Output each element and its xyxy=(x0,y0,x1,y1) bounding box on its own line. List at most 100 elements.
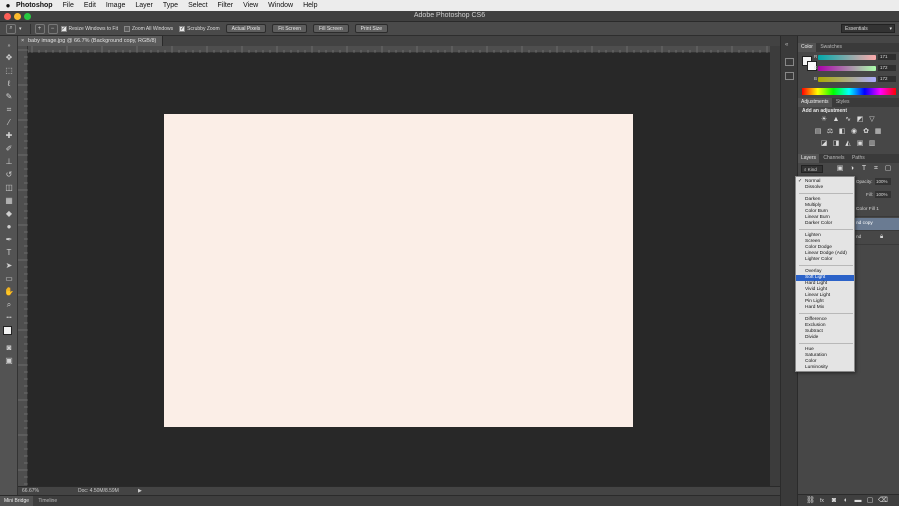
quick-selection-tool-icon[interactable]: ✎ xyxy=(3,91,15,102)
blue-value[interactable]: 172 xyxy=(878,76,896,82)
filter-type-icon[interactable]: T xyxy=(860,165,868,173)
threshold-icon[interactable]: ◭ xyxy=(844,140,852,148)
filter-shape-icon[interactable]: ⌗ xyxy=(872,165,880,173)
lasso-tool-icon[interactable]: ℓ xyxy=(3,78,15,89)
vertical-ruler[interactable] xyxy=(18,46,28,486)
selective-color-icon[interactable]: ▣ xyxy=(856,140,864,148)
brightness-icon[interactable]: ☀ xyxy=(820,116,828,124)
clone-stamp-tool-icon[interactable]: ⊥ xyxy=(3,156,15,167)
apple-icon[interactable]: ● xyxy=(0,1,16,10)
actual-pixels-button[interactable]: Actual Pixels xyxy=(225,24,267,33)
menu-select[interactable]: Select xyxy=(188,2,207,9)
color-balance-icon[interactable]: ⚖ xyxy=(826,128,834,136)
zoom-all-checkbox[interactable]: Zoom All Windows xyxy=(123,25,173,32)
horizontal-ruler[interactable] xyxy=(28,46,770,53)
print-size-button[interactable]: Print Size xyxy=(354,24,389,33)
tab-timeline[interactable]: Timeline xyxy=(34,496,61,506)
menu-layer[interactable]: Layer xyxy=(135,2,153,9)
menu-edit[interactable]: Edit xyxy=(84,2,96,9)
green-slider[interactable] xyxy=(818,66,876,71)
blur-tool-icon[interactable]: ◆ xyxy=(3,208,15,219)
menu-file[interactable]: File xyxy=(63,2,74,9)
tab-paths[interactable]: Paths xyxy=(849,154,868,163)
menu-filter[interactable]: Filter xyxy=(218,2,234,9)
fill-field[interactable]: 100% xyxy=(875,191,891,198)
zoom-in-icon[interactable]: + xyxy=(34,23,45,34)
layer-style-icon[interactable]: fx xyxy=(818,497,826,505)
marquee-tool-icon[interactable]: ⬚ xyxy=(3,65,15,76)
chevron-down-icon[interactable]: ▾ xyxy=(19,26,22,32)
exposure-icon[interactable]: ◩ xyxy=(856,116,864,124)
healing-brush-tool-icon[interactable]: ✚ xyxy=(3,130,15,141)
history-brush-tool-icon[interactable]: ↺ xyxy=(3,169,15,180)
scrubby-zoom-checkbox[interactable]: ✓ Scrubby Zoom xyxy=(179,25,220,32)
menu-view[interactable]: View xyxy=(243,2,258,9)
move-tool-icon[interactable]: ✥ xyxy=(3,52,15,63)
hand-tool-icon[interactable]: ✋ xyxy=(3,286,15,297)
photo-filter-icon[interactable]: ◉ xyxy=(850,128,858,136)
shape-tool-icon[interactable]: ▭ xyxy=(3,273,15,284)
blend-mode-item[interactable]: Darker Color xyxy=(805,221,832,227)
vertical-scrollbar[interactable] xyxy=(770,46,780,486)
blend-mode-item[interactable]: Luminosity xyxy=(805,365,828,371)
eyedropper-tool-icon[interactable]: ⁄ xyxy=(3,117,15,128)
tab-mini-bridge[interactable]: Mini Bridge xyxy=(0,496,34,506)
layer-filter-kind[interactable]: ⌕ Kind xyxy=(801,165,823,173)
green-value[interactable]: 172 xyxy=(878,65,896,71)
color-lookup-icon[interactable]: ▦ xyxy=(874,128,882,136)
color-spectrum-bar[interactable] xyxy=(802,88,896,95)
new-layer-icon[interactable]: ▢ xyxy=(866,497,874,505)
tab-color[interactable]: Color xyxy=(798,43,816,52)
channel-mixer-icon[interactable]: ✿ xyxy=(862,128,870,136)
zoom-out-icon[interactable]: − xyxy=(47,23,58,34)
tab-styles[interactable]: Styles xyxy=(833,98,853,107)
posterize-icon[interactable]: ◨ xyxy=(832,140,840,148)
fit-screen-button[interactable]: Fit Screen xyxy=(272,24,308,33)
fill-screen-button[interactable]: Fill Screen xyxy=(313,24,349,33)
trash-icon[interactable]: ⌫ xyxy=(878,497,888,505)
gradient-tool-icon[interactable]: ▦ xyxy=(3,195,15,206)
blend-mode-item[interactable]: Dissolve xyxy=(805,185,823,191)
menu-window[interactable]: Window xyxy=(268,2,293,9)
tab-channels[interactable]: Channels xyxy=(820,154,847,163)
filter-adjustment-icon[interactable]: ◑ xyxy=(848,165,856,173)
menu-type[interactable]: Type xyxy=(163,2,178,9)
menu-image[interactable]: Image xyxy=(106,2,125,9)
gradient-map-icon[interactable]: ▥ xyxy=(868,140,876,148)
levels-icon[interactable]: ▲ xyxy=(832,116,840,124)
filter-pixel-icon[interactable]: ▣ xyxy=(836,165,844,173)
close-icon[interactable]: × xyxy=(21,36,24,46)
screen-mode-icon[interactable]: ▣ xyxy=(3,355,15,366)
blend-mode-item[interactable]: Divide xyxy=(805,335,818,341)
brush-tool-icon[interactable]: ✐ xyxy=(3,143,15,154)
blend-mode-menu[interactable]: Normal ✓ Dissolve Darken Multiply Color Burn L… xyxy=(795,176,855,372)
more-tools-icon[interactable]: ••• xyxy=(3,312,15,323)
blend-mode-item[interactable]: Hard Mix xyxy=(805,305,824,311)
crop-tool-icon[interactable]: ⌗ xyxy=(3,104,15,115)
new-adjustment-layer-icon[interactable]: ◐ xyxy=(842,497,850,505)
blend-mode-item[interactable]: Lighter Color xyxy=(805,257,832,263)
quick-mask-icon[interactable]: ◙ xyxy=(3,342,15,353)
zoom-tool-icon[interactable]: ⌕ xyxy=(6,23,16,34)
history-panel-icon[interactable] xyxy=(785,58,794,66)
layer-mask-icon[interactable]: ◙ xyxy=(830,497,838,505)
red-slider[interactable] xyxy=(818,55,876,60)
vibrance-icon[interactable]: ▽ xyxy=(868,116,876,124)
collapse-panels-icon[interactable]: « xyxy=(785,42,788,48)
properties-panel-icon[interactable] xyxy=(785,72,794,80)
foreground-color-swatch[interactable] xyxy=(3,326,12,335)
menu-help[interactable]: Help xyxy=(303,2,317,9)
tab-adjustments[interactable]: Adjustments xyxy=(798,98,832,107)
path-selection-tool-icon[interactable]: ➤ xyxy=(3,260,15,271)
menu-app-name[interactable]: Photoshop xyxy=(16,2,53,9)
resize-windows-checkbox[interactable]: ✓ Resize Windows to Fit xyxy=(60,25,118,32)
collapse-icon[interactable]: » xyxy=(3,40,15,51)
pen-tool-icon[interactable]: ✒ xyxy=(3,234,15,245)
filter-smart-object-icon[interactable]: ▢ xyxy=(884,165,892,173)
curves-icon[interactable]: ∿ xyxy=(844,116,852,124)
black-white-icon[interactable]: ◧ xyxy=(838,128,846,136)
zoom-tool-icon[interactable]: ⌕ xyxy=(3,299,15,310)
opacity-field[interactable]: 100% xyxy=(875,178,891,185)
type-tool-icon[interactable]: T xyxy=(3,247,15,258)
eraser-tool-icon[interactable]: ◫ xyxy=(3,182,15,193)
